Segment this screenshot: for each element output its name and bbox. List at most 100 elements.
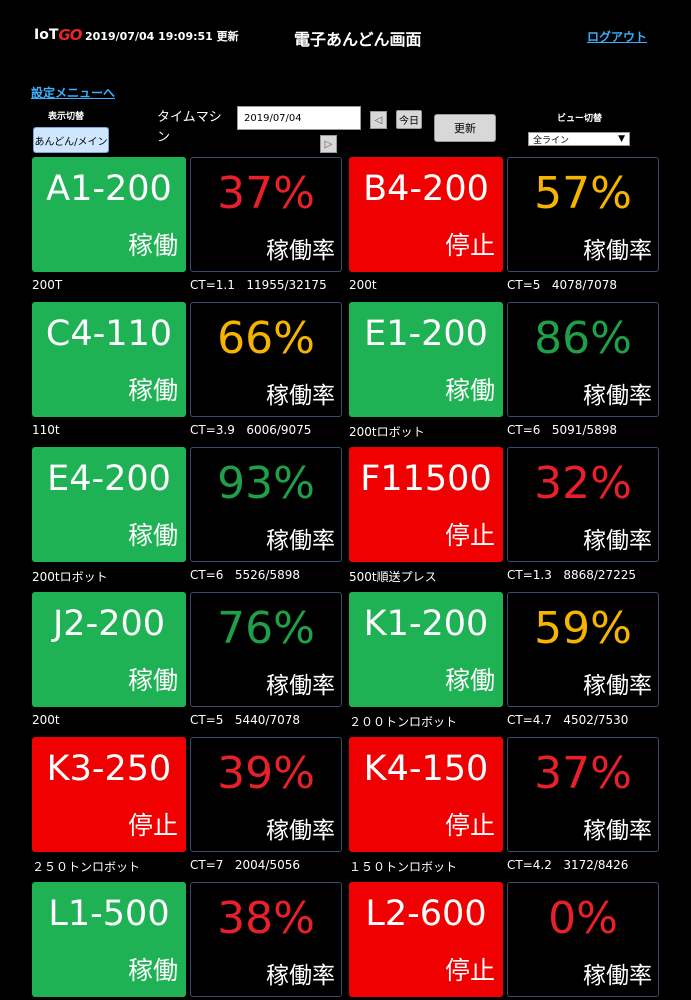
cycle-gap: [540, 278, 551, 292]
utilization-tile: 32% 稼働率: [507, 447, 659, 562]
utilization-label: 稼働率: [583, 963, 652, 989]
machine-name: C4-110: [45, 314, 173, 354]
machine-model: １５０トンロボット: [349, 860, 458, 874]
utilization-percent: 0%: [548, 893, 618, 944]
machine-state: 停止: [444, 956, 495, 985]
machine-model: 200tロボット: [349, 425, 425, 439]
machine-status-tile[interactable]: C4-110 稼働: [32, 302, 186, 417]
cycle-time: CT=7: [190, 858, 224, 872]
production-count: 8868/27225: [563, 568, 637, 582]
machine-name: K1-200: [363, 604, 489, 644]
cycle-info: CT=1.3 8868/27225: [507, 568, 636, 582]
cycle-gap: [223, 713, 234, 727]
machine-state: 稼働: [127, 956, 178, 985]
cycle-time: CT=4.2: [507, 858, 552, 872]
machine-status-tile[interactable]: K4-150 停止: [349, 737, 503, 852]
utilization-percent: 38%: [217, 893, 315, 944]
utilization-percent: 59%: [534, 603, 632, 654]
utilization-percent: 39%: [217, 748, 315, 799]
machine-card[interactable]: J2-200 稼働 76% 稼働率 200t CT=5 5440/7078: [32, 592, 342, 736]
utilization-tile: 37% 稼働率: [190, 157, 342, 272]
machine-card[interactable]: C4-110 稼働 66% 稼働率 110t CT=3.9 6006/9075: [32, 302, 342, 446]
cycle-time: CT=5: [507, 278, 541, 292]
cycle-gap: [552, 858, 563, 872]
machine-model: 200t: [32, 713, 60, 727]
page-title: 電子あんどん画面: [294, 30, 422, 49]
cycle-gap: [540, 423, 551, 437]
utilization-label: 稼働率: [583, 818, 652, 844]
production-count: 11955/32175: [246, 278, 327, 292]
machine-status-tile[interactable]: F11500 停止: [349, 447, 503, 562]
machine-model: 200tロボット: [32, 570, 108, 584]
machine-state: 稼働: [444, 376, 495, 405]
machine-state: 稼働: [127, 376, 178, 405]
cycle-info: CT=3.9 6006/9075: [190, 423, 311, 437]
machine-name: J2-200: [52, 604, 166, 644]
date-input[interactable]: 2019/07/04: [237, 106, 361, 130]
machine-status-tile[interactable]: E4-200 稼働: [32, 447, 186, 562]
machine-name: K3-250: [46, 749, 172, 789]
machine-status-tile[interactable]: K1-200 稼働: [349, 592, 503, 707]
cycle-info: CT=6 5091/5898: [507, 423, 617, 437]
utilization-label: 稼働率: [583, 238, 652, 264]
chevron-down-icon: ▼: [618, 134, 625, 144]
iotgo-logo: IoT GO: [34, 26, 82, 44]
machine-card[interactable]: E4-200 稼働 93% 稼働率 200tロボット CT=6 5526/5898: [32, 447, 342, 591]
cycle-info: CT=1.1 11955/32175: [190, 278, 327, 292]
cycle-gap: [223, 568, 234, 582]
machine-status-tile[interactable]: J2-200 稼働: [32, 592, 186, 707]
machine-state: 稼働: [127, 666, 178, 695]
utilization-tile: 93% 稼働率: [190, 447, 342, 562]
settings-menu-link[interactable]: 設定メニューへ: [31, 84, 115, 101]
update-button[interactable]: 更新: [434, 114, 496, 142]
machine-card[interactable]: A1-200 稼働 37% 稼働率 200T CT=1.1 11955/32175: [32, 157, 342, 301]
machine-state: 稼働: [127, 231, 178, 260]
production-count: 5440/7078: [234, 713, 300, 727]
machine-card[interactable]: B4-200 停止 57% 稼働率 200t CT=5 4078/7078: [349, 157, 659, 301]
cycle-time: CT=6: [190, 568, 224, 582]
production-count: 5526/5898: [234, 568, 300, 582]
machine-name: B4-200: [363, 169, 489, 209]
timemachine-label: タイムマシン: [157, 110, 222, 145]
display-switch-button[interactable]: あんどん/メイン: [33, 127, 109, 153]
utilization-percent: 86%: [534, 313, 632, 364]
cycle-gap: [235, 278, 246, 292]
prev-day-button[interactable]: ◁: [370, 111, 387, 129]
machine-card[interactable]: L2-600 停止 0% 稼働率: [349, 882, 659, 1000]
machine-name: L2-600: [365, 894, 487, 934]
cycle-time: CT=3.9: [190, 423, 235, 437]
machine-state: 稼働: [127, 521, 178, 550]
machine-status-tile[interactable]: A1-200 稼働: [32, 157, 186, 272]
cycle-time: CT=5: [190, 713, 224, 727]
cycle-time: CT=6: [507, 423, 541, 437]
utilization-label: 稼働率: [583, 383, 652, 409]
machine-status-tile[interactable]: B4-200 停止: [349, 157, 503, 272]
production-count: 2004/5056: [234, 858, 300, 872]
machine-card[interactable]: L1-500 稼働 38% 稼働率: [32, 882, 342, 1000]
cycle-gap: [235, 423, 246, 437]
logout-link[interactable]: ログアウト: [587, 28, 647, 45]
cycle-gap: [552, 713, 563, 727]
machine-status-tile[interactable]: E1-200 稼働: [349, 302, 503, 417]
update-timestamp: 2019/07/04 19:09:51 更新: [85, 30, 239, 43]
machine-card[interactable]: K4-150 停止 37% 稼働率 １５０トンロボット CT=4.2 3172/8426: [349, 737, 659, 881]
today-button[interactable]: 今日: [396, 110, 422, 129]
machine-status-tile[interactable]: L1-500 稼働: [32, 882, 186, 997]
machine-state: 停止: [127, 811, 178, 840]
logo-text: IoT: [34, 27, 59, 43]
cycle-info: CT=5 4078/7078: [507, 278, 617, 292]
next-day-button[interactable]: ▷: [320, 135, 337, 153]
machine-state: 停止: [444, 231, 495, 260]
machine-status-tile[interactable]: K3-250 停止: [32, 737, 186, 852]
utilization-tile: 38% 稼働率: [190, 882, 342, 997]
utilization-percent: 57%: [534, 168, 632, 219]
machine-card[interactable]: K3-250 停止 39% 稼働率 ２５０トンロボット CT=7 2004/5056: [32, 737, 342, 881]
utilization-tile: 57% 稼働率: [507, 157, 659, 272]
cycle-gap: [223, 858, 234, 872]
view-select[interactable]: 全ライン ▼: [528, 132, 630, 146]
machine-card[interactable]: K1-200 稼働 59% 稼働率 ２００トンロボット CT=4.7 4502/7530: [349, 592, 659, 736]
machine-status-tile[interactable]: L2-600 停止: [349, 882, 503, 997]
machine-card[interactable]: F11500 停止 32% 稼働率 500t順送プレス CT=1.3 8868/27225: [349, 447, 659, 591]
machine-card[interactable]: E1-200 稼働 86% 稼働率 200tロボット CT=6 5091/5898: [349, 302, 659, 446]
utilization-tile: 86% 稼働率: [507, 302, 659, 417]
